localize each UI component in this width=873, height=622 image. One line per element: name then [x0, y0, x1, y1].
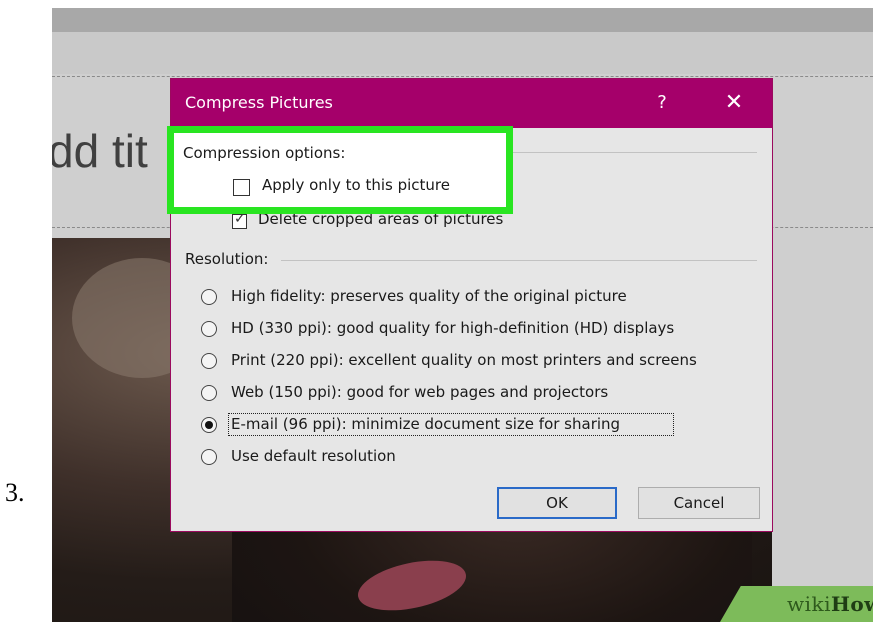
close-button[interactable]: ✕ — [719, 89, 749, 117]
radio-web[interactable] — [201, 385, 217, 401]
apply-only-checkbox[interactable] — [233, 179, 250, 196]
resolution-option-label: Web (150 ppi): good for web pages and pr… — [231, 383, 609, 401]
help-button[interactable]: ? — [649, 89, 675, 117]
watermark-wiki: wiki — [787, 592, 832, 616]
resolution-option-label: E-mail (96 ppi): minimize document size … — [231, 415, 621, 433]
compression-options-heading: Compression options: — [183, 144, 346, 162]
dialog-titlebar[interactable]: Compress Pictures ? ✕ — [171, 79, 772, 128]
cancel-button[interactable]: Cancel — [638, 487, 760, 519]
window-top-strip — [52, 8, 873, 32]
highlight-box: Compression options: Apply only to this … — [167, 126, 513, 214]
watermark-how: How — [831, 592, 873, 616]
slide-title-text: dd tit — [52, 125, 148, 177]
radio-print[interactable] — [201, 353, 217, 369]
apply-only-label: Apply only to this picture — [262, 176, 450, 194]
resolution-option-label: Print (220 ppi): excellent quality on mo… — [231, 351, 697, 369]
dialog-title: Compress Pictures — [185, 93, 333, 112]
ribbon-area — [52, 32, 873, 74]
radio-hd[interactable] — [201, 321, 217, 337]
resolution-option-label: High fidelity: preserves quality of the … — [231, 287, 627, 305]
resolution-group-divider — [281, 260, 757, 261]
resolution-heading: Resolution: — [185, 250, 269, 268]
resolution-option-label: HD (330 ppi): good quality for high-defi… — [231, 319, 675, 337]
radio-high-fidelity[interactable] — [201, 289, 217, 305]
step-number: 3. — [5, 478, 25, 507]
delete-cropped-checkbox[interactable] — [232, 211, 247, 229]
radio-default[interactable] — [201, 449, 217, 465]
radio-email[interactable] — [201, 417, 217, 433]
resolution-option-label: Use default resolution — [231, 447, 396, 465]
ok-button[interactable]: OK — [497, 487, 617, 519]
watermark-logo: wikiHow — [787, 592, 873, 616]
